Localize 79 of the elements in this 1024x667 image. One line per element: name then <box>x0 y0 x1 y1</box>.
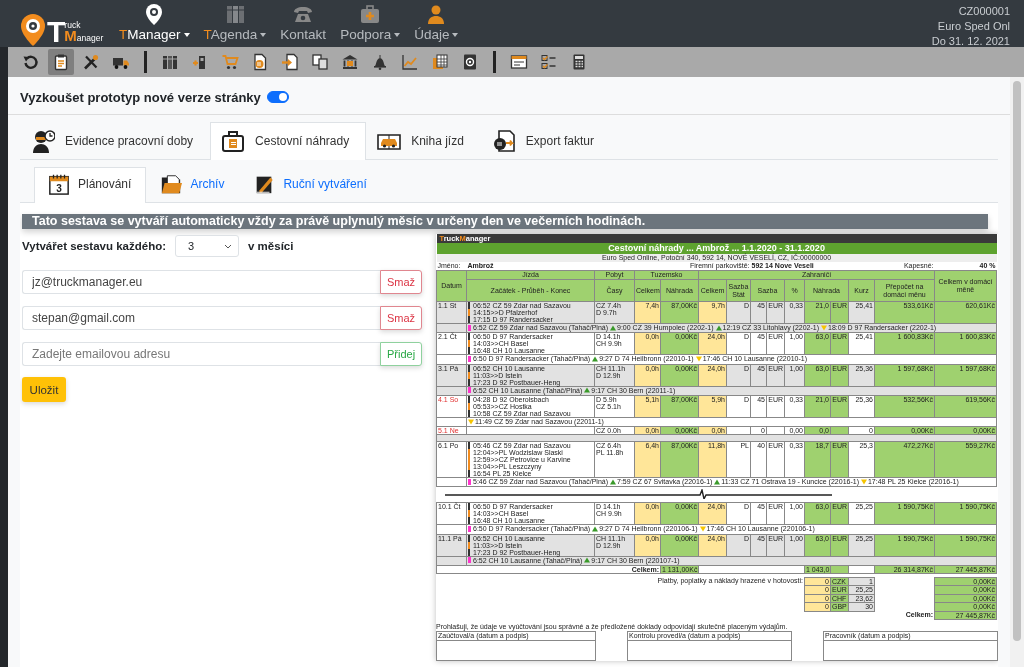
briefcase-euro-icon <box>221 129 246 153</box>
start-marker-icon <box>468 356 471 362</box>
bell-icon <box>371 53 389 71</box>
tab[interactable]: Kniha jízd <box>366 122 481 160</box>
caret-icon <box>452 32 459 37</box>
cart-icon <box>221 53 239 71</box>
document-euro-icon <box>251 53 269 71</box>
triangle-up-icon <box>610 478 617 485</box>
binders-icon <box>161 53 179 71</box>
start-marker-icon <box>468 557 471 564</box>
tab[interactable]: Export faktur <box>480 122 611 160</box>
nav-menu-item[interactable]: Údaje <box>407 0 466 47</box>
nav-menu-item[interactable]: TManager <box>112 0 197 47</box>
tab[interactable]: Archív <box>146 167 240 203</box>
tab[interactable]: Cestovní náhrady <box>210 122 367 160</box>
nav-menu-item[interactable]: TAgenda <box>196 0 274 47</box>
start-marker-icon <box>468 526 471 532</box>
undo-icon <box>22 53 40 71</box>
caret-icon <box>260 32 267 37</box>
caret-icon <box>183 32 190 37</box>
triangle-down-icon <box>699 526 706 532</box>
triangle-up-icon <box>715 324 722 331</box>
day-select[interactable]: 3 <box>175 235 240 257</box>
chevron-icon <box>224 243 233 249</box>
euro-document-icon <box>491 129 516 153</box>
nav-menu-item[interactable]: Podpora <box>333 0 408 47</box>
delete-button[interactable]: Smaž <box>380 270 422 294</box>
info-banner: Tato sestava se vytváří automaticky vždy za právě uplynulý měsíc v určeny den ve večerních hodinách. <box>22 214 988 229</box>
field-label: v měsíci <box>248 240 294 252</box>
email-field[interactable]: stepan@gmail.com <box>22 306 380 330</box>
logo-text: ruck <box>64 21 82 29</box>
scrollbar[interactable] <box>1013 81 1021 641</box>
email-field[interactable]: jz@truckmanager.eu <box>22 270 380 294</box>
nav-menu-item[interactable]: Kontakt <box>273 0 334 47</box>
delete-button[interactable]: Smaž <box>380 306 422 330</box>
clipboard-icon <box>52 53 70 71</box>
triangle-down-icon <box>695 356 702 362</box>
save-button[interactable]: Uložit <box>22 377 66 402</box>
toggle-label: Vyzkoušet prototyp nové verze stránky <box>20 89 261 105</box>
start-marker-icon <box>468 387 471 394</box>
triangle-up-icon <box>592 526 599 532</box>
report-title: Cestovní náhrady ... Ambrož ... 1.1.2020 - 31.1.2020 <box>608 243 825 253</box>
triangle-up-icon <box>592 356 599 362</box>
folder-icon <box>160 173 183 195</box>
calendar-icon: 3 <box>48 173 70 195</box>
bank-icon <box>341 53 359 71</box>
address-book-icon <box>461 53 479 71</box>
email-field[interactable]: Zadejte emailovou adresu <box>22 342 380 366</box>
caret-icon <box>394 32 401 37</box>
triangle-up-icon <box>610 324 617 331</box>
first-aid-kit-icon <box>359 3 382 25</box>
toggle-switch[interactable] <box>266 91 289 103</box>
tab[interactable]: 3 Plánování <box>34 167 147 203</box>
line-chart-icon <box>401 53 419 71</box>
document-arrow-icon <box>281 53 299 71</box>
account-info: Do 31. 12. 2021 <box>931 34 1010 49</box>
copy-icon <box>311 53 329 71</box>
triangle-down-icon <box>821 324 828 331</box>
checklist-icon <box>540 53 558 71</box>
worker-clock-icon <box>31 129 55 153</box>
triangle-down-icon <box>468 418 474 425</box>
window-icon <box>510 53 528 71</box>
start-marker-icon <box>468 478 471 485</box>
triangle-up-icon <box>584 387 591 394</box>
logo-letter: M <box>64 29 77 42</box>
triangle-down-icon <box>860 478 867 485</box>
start-marker-icon <box>468 324 471 331</box>
tab[interactable]: Ruční vytváření <box>239 167 382 203</box>
account-info: CZ000001 <box>958 4 1010 19</box>
toolbar-button[interactable] <box>48 49 74 75</box>
logo-letter: T <box>47 17 66 47</box>
triangle-up-icon <box>714 478 721 485</box>
table-icon <box>431 53 449 71</box>
account-info: Euro Sped Onl <box>937 19 1010 34</box>
field-label: Vytvářet sestavu každého: <box>22 240 167 252</box>
triangle-up-icon <box>584 557 591 564</box>
tools-icon <box>82 53 100 71</box>
tab[interactable]: Evidence pracovní doby <box>20 122 211 160</box>
logo-text: anager <box>76 34 104 42</box>
